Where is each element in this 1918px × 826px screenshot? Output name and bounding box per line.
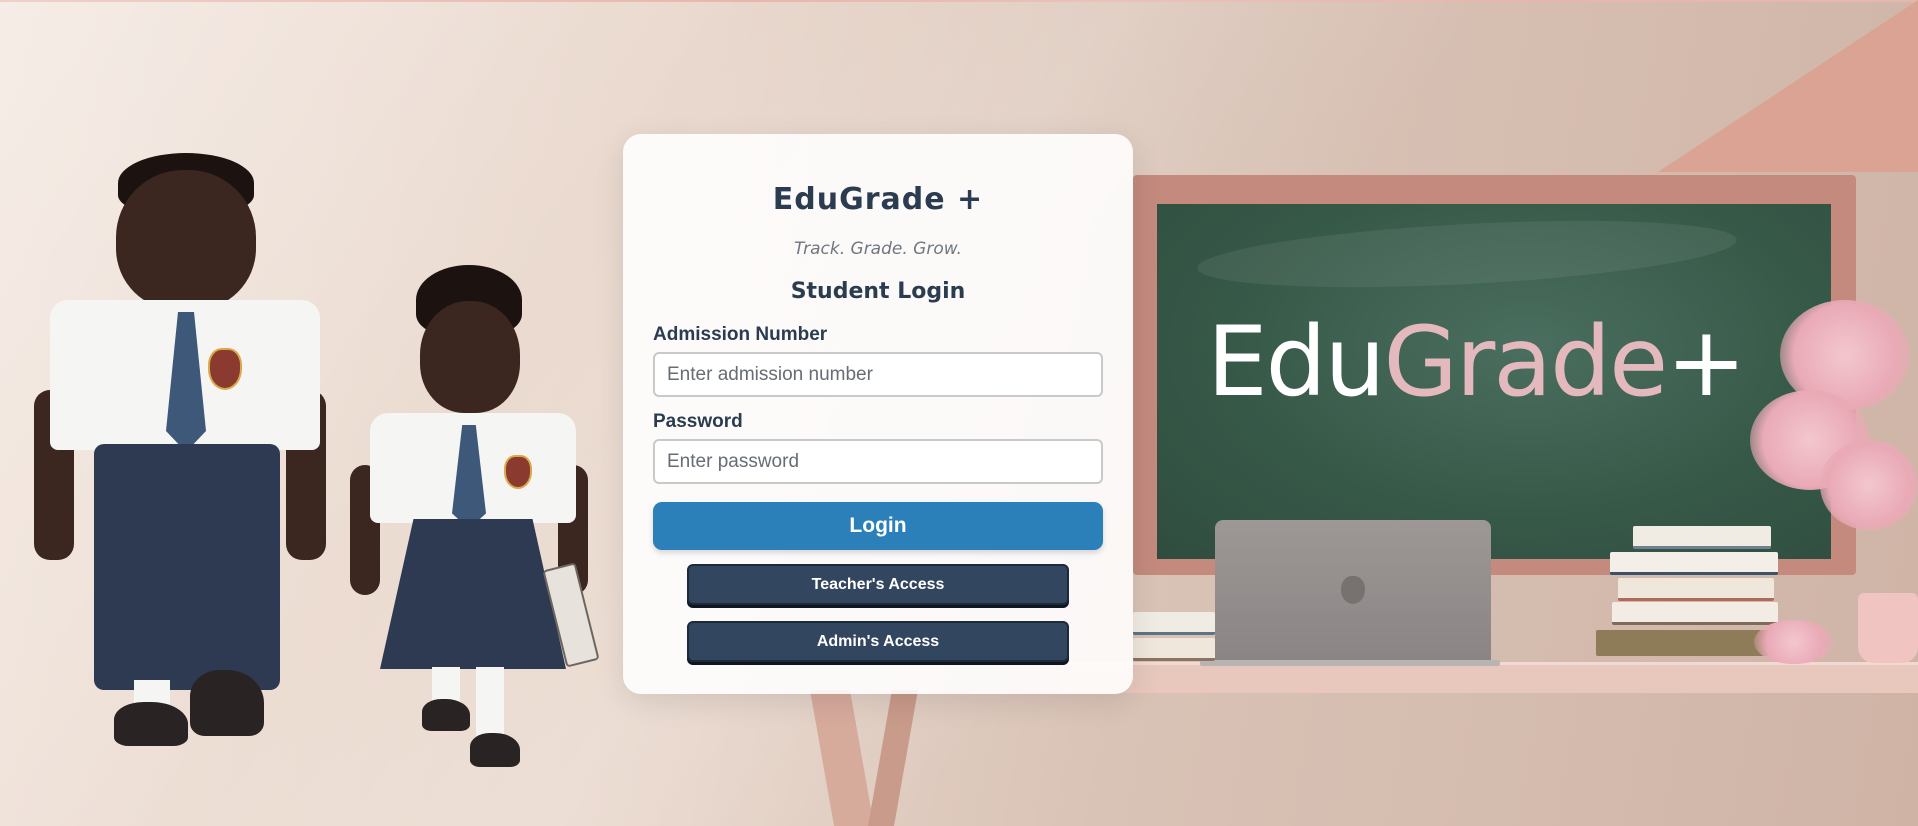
- password-label: Password: [653, 411, 743, 432]
- login-button[interactable]: Login: [653, 502, 1103, 550]
- girl-shoe: [422, 699, 470, 731]
- plant-pot: [1858, 593, 1918, 663]
- girl-head: [420, 301, 520, 413]
- chalkboard-logo: EduGrade+: [1207, 314, 1747, 410]
- app-tagline: Track. Grade. Grow.: [794, 239, 962, 259]
- admission-number-input[interactable]: [653, 352, 1103, 397]
- admission-number-label: Admission Number: [653, 324, 828, 345]
- app-title: EduGrade +: [772, 182, 984, 217]
- book: [1596, 630, 1776, 656]
- girl-sock: [432, 667, 460, 703]
- book: [1633, 526, 1771, 549]
- chalkboard-logo-grade: Grade: [1383, 306, 1668, 418]
- student-boy-illustration: [30, 150, 330, 780]
- school-crest-icon: [208, 348, 242, 390]
- teacher-access-button[interactable]: Teacher's Access: [687, 564, 1069, 605]
- admin-access-button[interactable]: Admin's Access: [687, 621, 1069, 662]
- school-crest-icon: [504, 455, 532, 489]
- student-girl-illustration: [340, 265, 610, 785]
- student-login-heading: Student Login: [790, 279, 966, 304]
- book: [1133, 638, 1215, 661]
- book: [1610, 552, 1778, 575]
- laptop: [1215, 520, 1491, 662]
- boy-head: [116, 170, 256, 310]
- book: [1618, 578, 1774, 601]
- desk-top: [1060, 662, 1918, 693]
- password-input[interactable]: [653, 439, 1103, 484]
- book: [1133, 612, 1215, 635]
- blossom-petals: [1754, 620, 1834, 664]
- chalkboard-logo-plus: +: [1666, 306, 1746, 418]
- apple-logo-icon: [1341, 576, 1365, 604]
- login-card: EduGrade + Track. Grade. Grow. Student L…: [623, 134, 1133, 694]
- login-page: EduGrade+ EduGrade + Track. Grade. Grow.…: [0, 0, 1918, 826]
- book: [1612, 602, 1778, 625]
- boy-shoe: [190, 670, 264, 736]
- girl-skirt: [380, 519, 566, 669]
- chalkboard: EduGrade+: [1157, 204, 1831, 559]
- blossom-tree: [1820, 440, 1918, 530]
- chalkboard-logo-edu: Edu: [1207, 306, 1385, 418]
- girl-shoe: [470, 733, 520, 767]
- boy-shoe: [114, 702, 188, 746]
- laptop-base: [1200, 660, 1500, 666]
- girl-sock: [476, 667, 504, 737]
- boy-trousers: [94, 444, 280, 690]
- chalk-smudge: [1195, 209, 1739, 299]
